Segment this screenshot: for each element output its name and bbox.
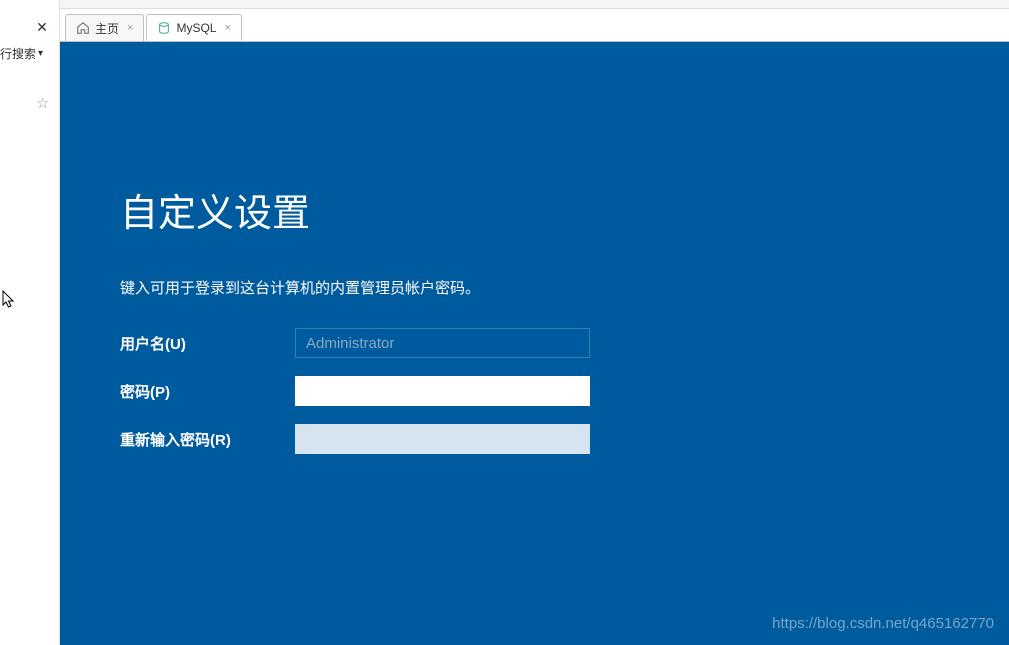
chevron-down-icon: ▾	[38, 48, 43, 59]
star-icon[interactable]: ☆	[36, 94, 49, 112]
tab-home[interactable]: 主页 ×	[65, 14, 144, 41]
password-label: 密码(P)	[120, 381, 295, 402]
setup-screen: 自定义设置 键入可用于登录到这台计算机的内置管理员帐户密码。 用户名(U) Ad…	[60, 42, 1009, 645]
search-label-row[interactable]: 行搜索 ▾	[0, 45, 43, 62]
username-label: 用户名(U)	[120, 333, 295, 354]
close-icon: ✕	[36, 19, 48, 36]
tab-close-icon[interactable]: ×	[224, 22, 230, 34]
username-field: Administrator	[295, 328, 590, 358]
confirm-password-input[interactable]	[295, 424, 590, 454]
database-icon	[157, 21, 171, 35]
password-input[interactable]	[295, 376, 590, 406]
username-row: 用户名(U) Administrator	[120, 328, 1009, 358]
confirm-password-row: 重新输入密码(R)	[120, 424, 1009, 454]
tab-mysql[interactable]: MySQL ×	[146, 14, 241, 41]
toolbar-strip	[60, 0, 1009, 9]
home-icon	[76, 21, 90, 35]
confirm-password-label: 重新输入密码(R)	[120, 429, 295, 450]
tab-close-icon[interactable]: ×	[127, 22, 133, 34]
watermark-text: https://blog.csdn.net/q465162770	[772, 615, 994, 632]
tab-label: MySQL	[176, 21, 216, 35]
main-area: 主页 × MySQL × 自定义设置 键入可用于登录到这台计算机的内置管理员帐户…	[60, 0, 1009, 645]
cursor-icon	[2, 290, 16, 310]
tab-label: 主页	[95, 20, 119, 37]
password-row: 密码(P)	[120, 376, 1009, 406]
username-value: Administrator	[306, 335, 394, 352]
search-label: 行搜索	[0, 45, 36, 62]
tab-bar: 主页 × MySQL ×	[60, 9, 1009, 42]
page-title: 自定义设置	[120, 182, 1009, 237]
close-button[interactable]: ✕	[33, 18, 51, 36]
left-sidebar: ✕ 行搜索 ▾ ☆	[0, 0, 60, 645]
page-subtitle: 键入可用于登录到这台计算机的内置管理员帐户密码。	[120, 277, 1009, 298]
